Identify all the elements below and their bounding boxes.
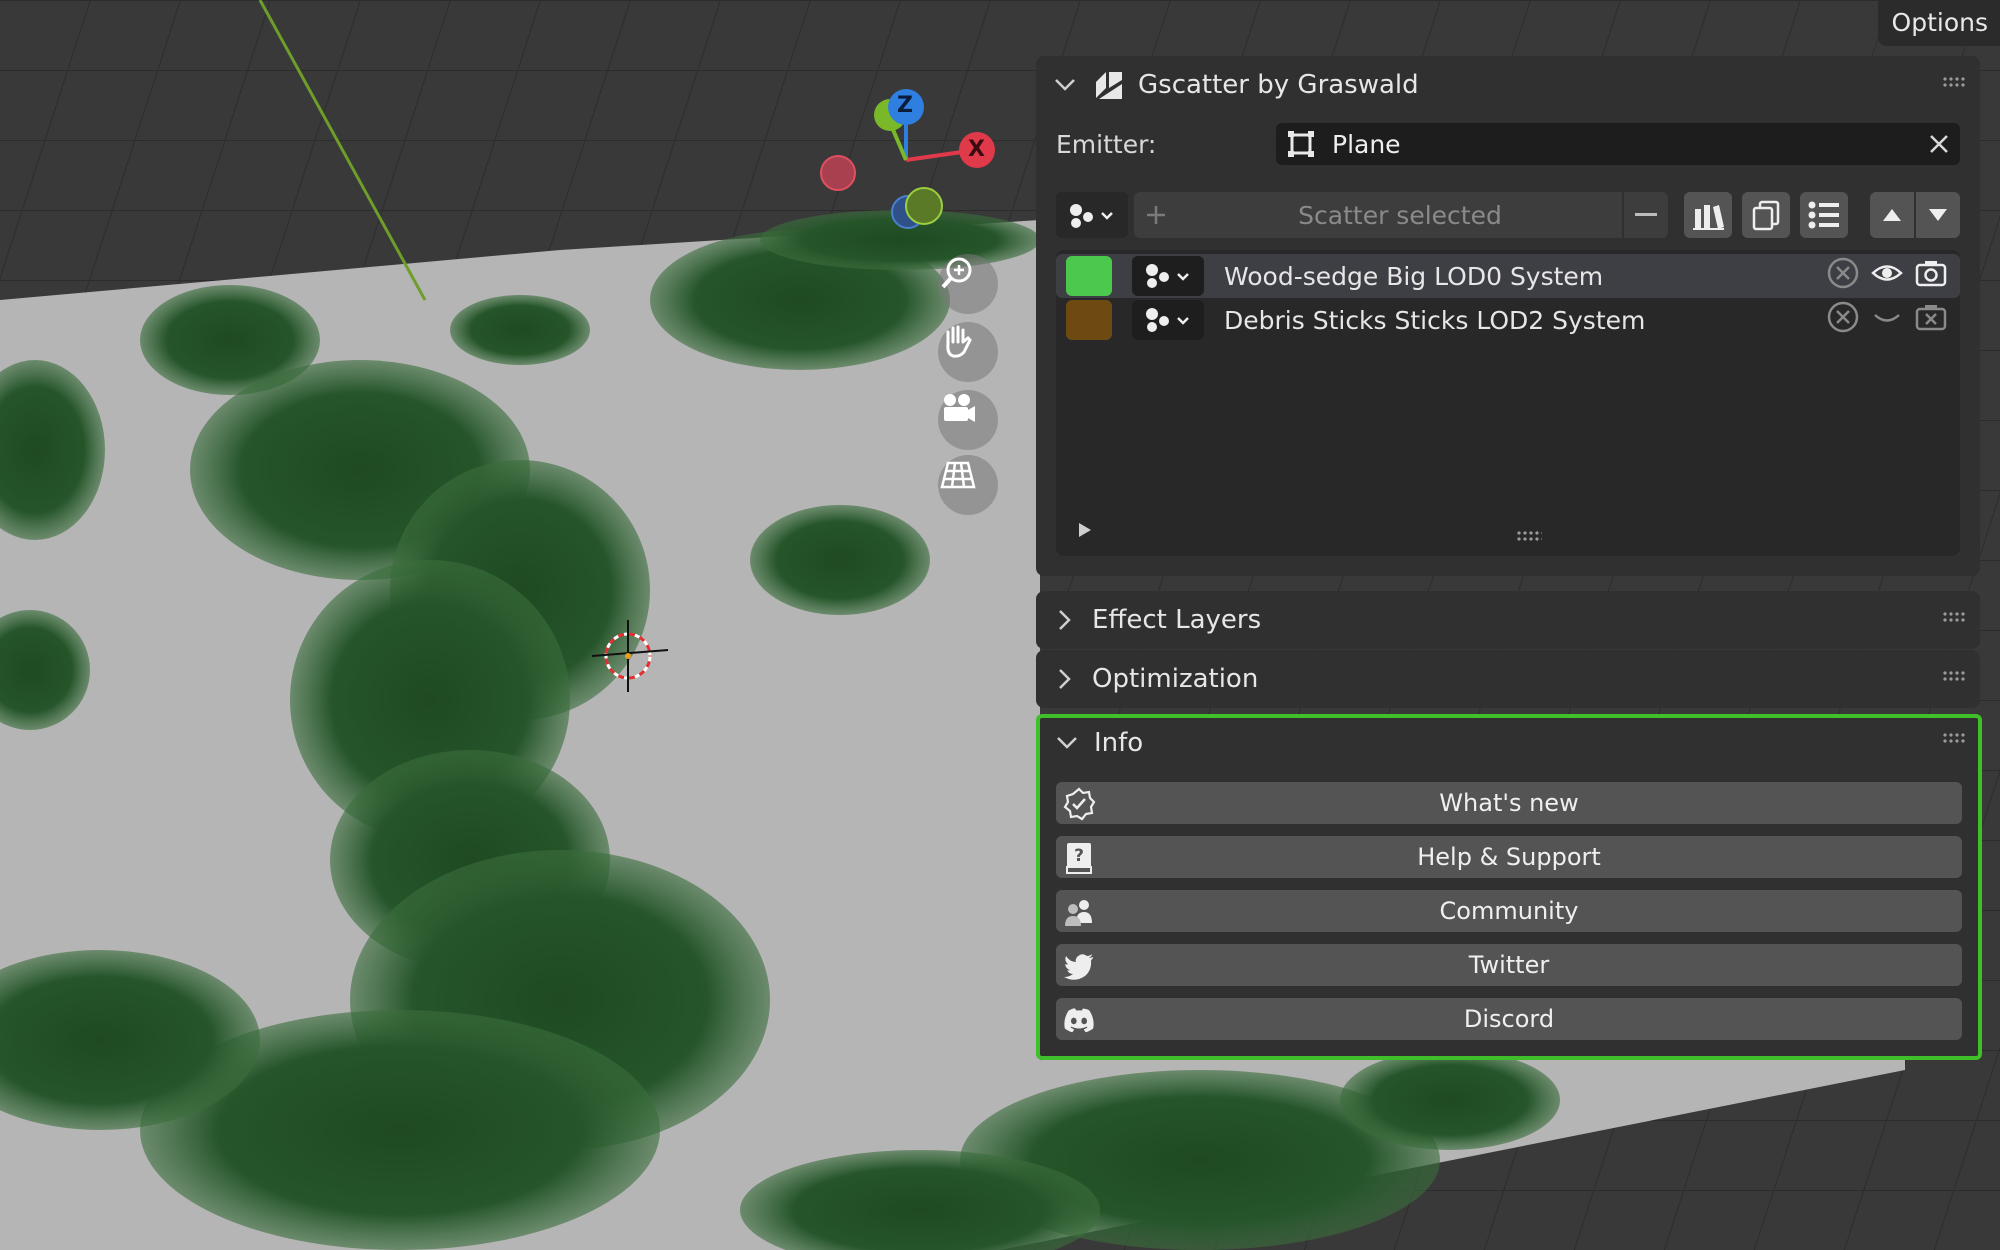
- scatter-toolbar: Scatter selected: [1036, 190, 1980, 240]
- particle-menu-button[interactable]: [1056, 192, 1128, 238]
- effect-layers-panel: Effect Layers: [1036, 591, 1980, 649]
- movie-camera-icon: [944, 394, 975, 422]
- community-icon: [1062, 895, 1096, 929]
- whats-new-label: What's new: [1439, 789, 1579, 817]
- community-button[interactable]: Community: [1056, 890, 1962, 932]
- expand-triangle-icon[interactable]: [1078, 522, 1092, 542]
- eye-closed-icon[interactable]: [1870, 300, 1904, 340]
- system-color-swatch[interactable]: [1066, 256, 1112, 296]
- eye-icon[interactable]: [1870, 256, 1904, 296]
- effect-layers-header[interactable]: Effect Layers: [1036, 591, 1980, 649]
- scatter-selected-button[interactable]: Scatter selected: [1178, 201, 1622, 230]
- pan-button[interactable]: [938, 322, 998, 382]
- help-support-label: Help & Support: [1417, 843, 1601, 871]
- system-row-debris-sticks[interactable]: Debris Sticks Sticks LOD2 System: [1056, 298, 1960, 342]
- exclude-icon[interactable]: [1826, 256, 1860, 296]
- info-header[interactable]: Info: [1038, 716, 1980, 770]
- optimization-title: Optimization: [1092, 664, 1259, 694]
- move-down-button[interactable]: [1916, 192, 1960, 238]
- camera-disabled-icon[interactable]: [1914, 300, 1948, 340]
- emitter-row: Emitter: Plane: [1036, 114, 1980, 174]
- optimization-header[interactable]: Optimization: [1036, 650, 1980, 708]
- exclude-icon[interactable]: [1826, 300, 1860, 340]
- system-name[interactable]: Wood-sedge Big LOD0 System: [1224, 262, 1826, 291]
- gscatter-logo-icon: [1092, 68, 1126, 102]
- zoom-icon: [941, 257, 972, 289]
- system-row-wood-sedge[interactable]: Wood-sedge Big LOD0 System: [1056, 254, 1960, 298]
- list-resize-grip-icon[interactable]: [1516, 530, 1542, 542]
- gizmo-z-label[interactable]: Z: [897, 93, 913, 118]
- mesh-plane-icon: [1286, 129, 1316, 159]
- particles-dropdown-icon: [1070, 204, 1113, 228]
- drag-grip-icon[interactable]: [1942, 732, 1966, 744]
- hand-icon: [946, 325, 972, 358]
- clear-emitter-icon[interactable]: [1928, 133, 1950, 155]
- system-type-dropdown[interactable]: [1132, 256, 1204, 296]
- discord-icon: [1062, 1003, 1096, 1037]
- info-title: Info: [1094, 728, 1144, 758]
- discord-label: Discord: [1463, 1005, 1555, 1033]
- help-support-button[interactable]: ? Help & Support: [1056, 836, 1962, 878]
- system-type-dropdown[interactable]: [1132, 300, 1204, 340]
- move-up-button[interactable]: [1870, 192, 1914, 238]
- emitter-field[interactable]: Plane: [1276, 123, 1960, 165]
- drag-grip-icon[interactable]: [1942, 611, 1966, 623]
- info-panel: Info What's new ? Help & Support Communi…: [1036, 714, 1982, 1060]
- twitter-button[interactable]: Twitter: [1056, 944, 1962, 986]
- emitter-value: Plane: [1332, 129, 1401, 159]
- twitter-icon: [1062, 949, 1096, 983]
- system-name[interactable]: Debris Sticks Sticks LOD2 System: [1224, 306, 1826, 335]
- chevron-right-icon: [1052, 607, 1078, 633]
- plus-icon[interactable]: [1134, 204, 1178, 226]
- camera-view-button[interactable]: [938, 390, 998, 450]
- zoom-button[interactable]: [938, 254, 998, 314]
- drag-grip-icon[interactable]: [1942, 670, 1966, 682]
- minus-icon: [1635, 213, 1657, 216]
- badge-check-icon: [1062, 787, 1096, 821]
- scatter-system-list[interactable]: Wood-sedge Big LOD0 System Debris Sticks…: [1056, 250, 1960, 556]
- camera-render-icon[interactable]: [1914, 256, 1948, 296]
- list-view-button[interactable]: [1800, 192, 1848, 238]
- triangle-up-icon: [1883, 209, 1901, 221]
- gscatter-panel: Gscatter by Graswald Emitter: Plane Scat…: [1036, 56, 1980, 576]
- discord-button[interactable]: Discord: [1056, 998, 1962, 1040]
- copy-icon: [1752, 200, 1780, 231]
- copy-button[interactable]: [1742, 192, 1790, 238]
- svg-text:?: ?: [1074, 846, 1084, 866]
- library-button[interactable]: [1684, 192, 1732, 238]
- optimization-panel: Optimization: [1036, 650, 1980, 708]
- scatter-group: Scatter selected: [1134, 192, 1668, 238]
- remove-system-button[interactable]: [1622, 192, 1668, 238]
- books-icon: [1693, 205, 1724, 230]
- help-book-icon: ?: [1062, 841, 1096, 875]
- triangle-down-icon: [1929, 209, 1947, 221]
- ortho-toggle-button[interactable]: [938, 455, 998, 515]
- chevron-down-icon: [1052, 72, 1078, 98]
- chevron-down-icon: [1054, 730, 1080, 756]
- chevron-right-icon: [1052, 666, 1078, 692]
- emitter-label: Emitter:: [1056, 129, 1157, 159]
- gizmo-x-label[interactable]: X: [968, 137, 985, 162]
- community-label: Community: [1439, 897, 1579, 925]
- options-button[interactable]: Options: [1877, 0, 2000, 46]
- gscatter-title: Gscatter by Graswald: [1138, 70, 1419, 100]
- twitter-label: Twitter: [1468, 951, 1550, 979]
- system-color-swatch[interactable]: [1066, 300, 1112, 340]
- particles-dropdown-icon: [1146, 264, 1189, 288]
- gscatter-panel-header[interactable]: Gscatter by Graswald: [1036, 56, 1980, 114]
- effect-layers-title: Effect Layers: [1092, 605, 1262, 635]
- particles-dropdown-icon: [1146, 308, 1189, 332]
- whats-new-button[interactable]: What's new: [1056, 782, 1962, 824]
- grid-perspective-icon: [940, 461, 976, 489]
- drag-grip-icon[interactable]: [1942, 76, 1966, 88]
- list-icon: [1808, 201, 1839, 229]
